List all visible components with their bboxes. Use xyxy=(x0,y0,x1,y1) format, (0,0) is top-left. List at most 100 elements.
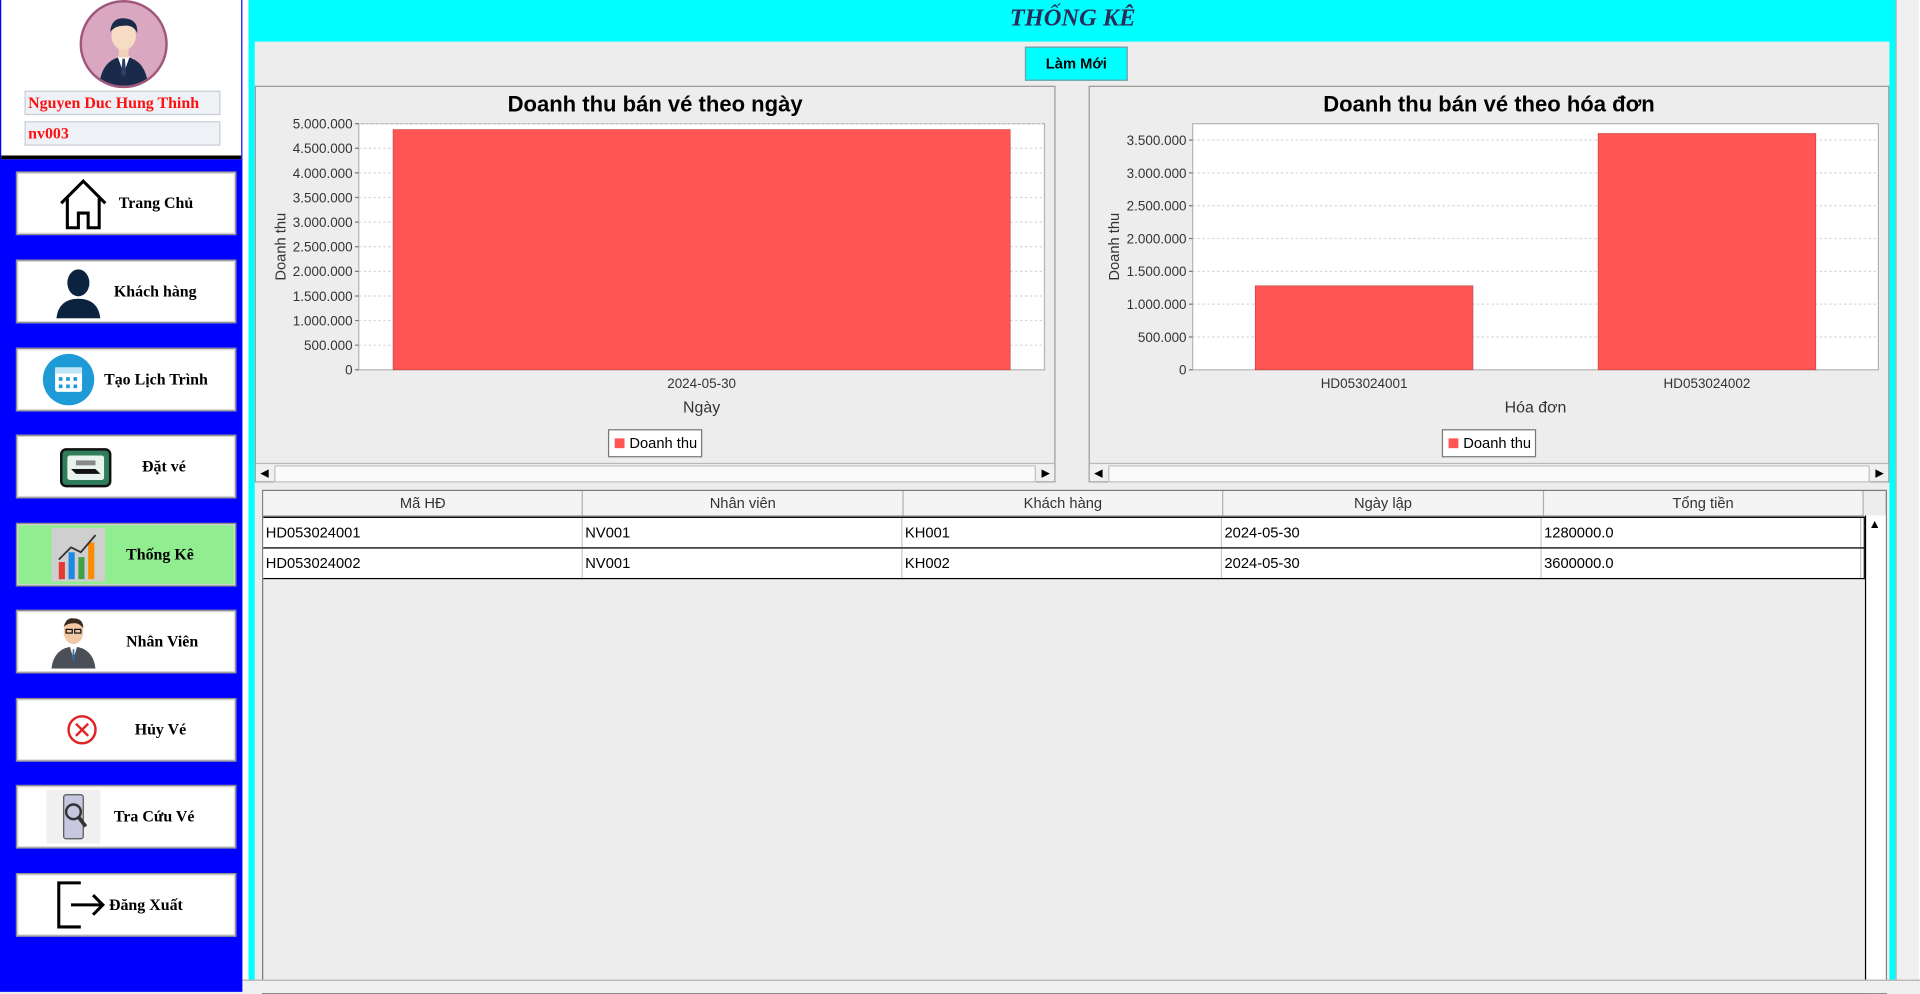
nav-nhan-vien-button[interactable]: Nhân Viên xyxy=(15,609,237,674)
y-tick-label: 4.000.000 xyxy=(293,166,353,181)
nav-dang-xuat-button[interactable]: Đăng Xuất xyxy=(15,873,237,937)
chart-panel-invoice-revenue: Doanh thu bán vé theo hóa đơn 0 500.000 1.0… xyxy=(1088,85,1890,483)
y-tick-label: 2.000.000 xyxy=(293,264,353,279)
nav-khach-hang-button[interactable]: Khách hàng xyxy=(15,259,237,324)
column-header[interactable]: Mã HĐ xyxy=(263,491,584,516)
x-tick-label: HD053024001 xyxy=(1321,376,1408,391)
table-cell: KH002 xyxy=(902,548,1223,578)
nav-trang-chu-button[interactable]: Trang Chủ xyxy=(15,171,237,236)
y-tick-label: 3.000.000 xyxy=(1127,166,1187,181)
y-tick-label: 3.000.000 xyxy=(293,215,353,230)
scroll-thumb[interactable] xyxy=(274,465,1036,483)
table-cell: NV001 xyxy=(583,548,903,578)
nav-label: Nhân Viên xyxy=(126,631,199,651)
table-header: Mã HĐ Nhân viên Khách hàng Ngày lập Tổng… xyxy=(263,491,1864,517)
chart-title: Doanh thu bán vé theo ngày xyxy=(508,91,804,116)
invoice-table: Mã HĐ Nhân viên Khách hàng Ngày lập Tổng… xyxy=(262,489,1887,994)
refresh-button[interactable]: Làm Mới xyxy=(1024,46,1128,81)
table-cell: HD053024002 xyxy=(263,548,583,578)
y-tick-label: 0 xyxy=(1179,363,1186,378)
chart-scrollbar[interactable]: ◀ ▶ xyxy=(1089,462,1889,483)
house-icon xyxy=(56,176,110,230)
bar xyxy=(392,129,1011,371)
scroll-left-icon[interactable]: ◀ xyxy=(1090,464,1107,481)
column-header[interactable]: Tổng tiền xyxy=(1544,491,1864,516)
bar-chart-icon xyxy=(51,527,106,582)
table-cell: KH001 xyxy=(902,517,1223,548)
table-cell: NV001 xyxy=(583,517,903,548)
nav-label: Hủy Vé xyxy=(134,720,187,739)
y-tick-label: 500.000 xyxy=(1138,330,1187,345)
x-axis-label: Ngày xyxy=(683,400,720,417)
bar xyxy=(1254,285,1474,371)
table-cell: HD053024001 xyxy=(263,517,583,548)
table-cell: 2024-05-30 xyxy=(1222,548,1542,578)
y-axis-label: Doanh thu xyxy=(1107,213,1123,281)
main-frame: THỐNG KÊ Làm Mới Doanh thu bán vé theo n… xyxy=(248,0,1897,994)
scroll-thumb[interactable] xyxy=(1108,465,1870,483)
y-tick-label: 0 xyxy=(345,363,352,378)
table-row[interactable]: HD053024002 NV001 KH002 2024-05-30 36000… xyxy=(263,547,1865,580)
nav-label: Tra Cứu Vé xyxy=(113,806,195,826)
bar xyxy=(1597,133,1817,371)
nav-tao-lich-trinh-button[interactable]: Tạo Lịch Trình xyxy=(15,347,237,412)
y-tick-label: 3.500.000 xyxy=(1127,133,1187,148)
chart-panel-daily-revenue: Doanh thu bán vé theo ngày 0 500.000 1.000.… xyxy=(254,85,1056,483)
search-ticket-icon xyxy=(46,789,101,844)
chart-invoice-revenue: Doanh thu bán vé theo hóa đơn 0 500.000 1.0… xyxy=(1107,91,1879,458)
y-tick-label: 1.000.000 xyxy=(293,313,353,328)
y-tick-label: 2.500.000 xyxy=(293,240,353,255)
nav-label: Trang Chủ xyxy=(118,193,194,212)
y-axis-label: Doanh thu xyxy=(273,213,289,281)
person-icon xyxy=(51,264,105,319)
x-axis-label: Hóa đơn xyxy=(1505,400,1567,417)
legend-label: Doanh thu xyxy=(629,436,697,452)
page-scrollbar-horizontal[interactable] xyxy=(242,979,1920,994)
scroll-left-icon[interactable]: ◀ xyxy=(256,464,273,481)
column-header[interactable]: Nhân viên xyxy=(583,491,904,516)
nav-label: Khách hàng xyxy=(113,281,197,301)
scroll-right-icon[interactable]: ▶ xyxy=(1037,464,1054,481)
nav-label: Đặt vé xyxy=(142,456,186,476)
chart-scrollbar[interactable]: ◀ ▶ xyxy=(255,462,1055,483)
x-tick-label: 2024-05-30 xyxy=(667,376,736,391)
y-tick-label: 1.500.000 xyxy=(1127,264,1187,279)
chart-title: Doanh thu bán vé theo hóa đơn xyxy=(1323,91,1654,116)
sidebar: Nguyen Duc Hung Thinh nv003 Trang Chủ Kh… xyxy=(0,0,243,992)
page-scrollbar-vertical[interactable] xyxy=(1895,0,1919,992)
page-title: THỐNG KÊ xyxy=(248,0,1897,40)
y-tick-label: 500.000 xyxy=(304,338,353,353)
avatar xyxy=(79,0,168,89)
legend-swatch xyxy=(614,438,625,449)
table-scrollbar[interactable]: ▲ xyxy=(1864,515,1886,994)
x-tick-label: HD053024002 xyxy=(1664,376,1751,391)
calendar-icon xyxy=(42,353,96,407)
legend-swatch xyxy=(1448,438,1459,449)
content-area: Làm Mới Doanh thu bán vé theo ngày 0 500.0… xyxy=(254,41,1890,994)
y-tick-label: 1.000.000 xyxy=(1127,297,1187,312)
user-name-field: Nguyen Duc Hung Thinh xyxy=(24,90,221,116)
user-id-field: nv003 xyxy=(24,121,221,146)
ticket-machine-icon xyxy=(59,440,113,494)
nav-dat-ve-button[interactable]: Đặt vé xyxy=(15,434,237,499)
y-tick-label: 5.000.000 xyxy=(293,117,353,132)
column-header[interactable]: Khách hàng xyxy=(903,491,1224,516)
table-cell: 2024-05-30 xyxy=(1222,517,1542,548)
nav-tra-cuu-ve-button[interactable]: Tra Cứu Vé xyxy=(15,784,237,849)
nav-huy-ve-button[interactable]: Hủy Vé xyxy=(15,697,237,762)
column-header[interactable]: Ngày lập xyxy=(1224,491,1544,516)
main-panel: THỐNG KÊ Làm Mới Doanh thu bán vé theo n… xyxy=(242,0,1920,994)
y-tick-label: 1.500.000 xyxy=(293,289,353,304)
chart-daily-revenue: Doanh thu bán vé theo ngày 0 500.000 1.000.… xyxy=(273,91,1046,458)
scroll-up-icon[interactable]: ▲ xyxy=(1869,518,1881,531)
y-tick-label: 3.500.000 xyxy=(293,190,353,205)
logout-icon xyxy=(54,878,108,932)
legend-label: Doanh thu xyxy=(1463,436,1531,452)
nav-label: Đăng Xuất xyxy=(108,895,183,914)
table-row[interactable]: HD053024001 NV001 KH001 2024-05-30 12800… xyxy=(263,516,1865,549)
nav-thong-ke-button[interactable]: Thống Kê xyxy=(15,522,237,587)
table-cell: 1280000.0 xyxy=(1542,517,1862,548)
y-tick-label: 2.000.000 xyxy=(1127,231,1187,246)
nav-label: Thống Kê xyxy=(126,544,194,564)
scroll-right-icon[interactable]: ▶ xyxy=(1871,464,1888,481)
